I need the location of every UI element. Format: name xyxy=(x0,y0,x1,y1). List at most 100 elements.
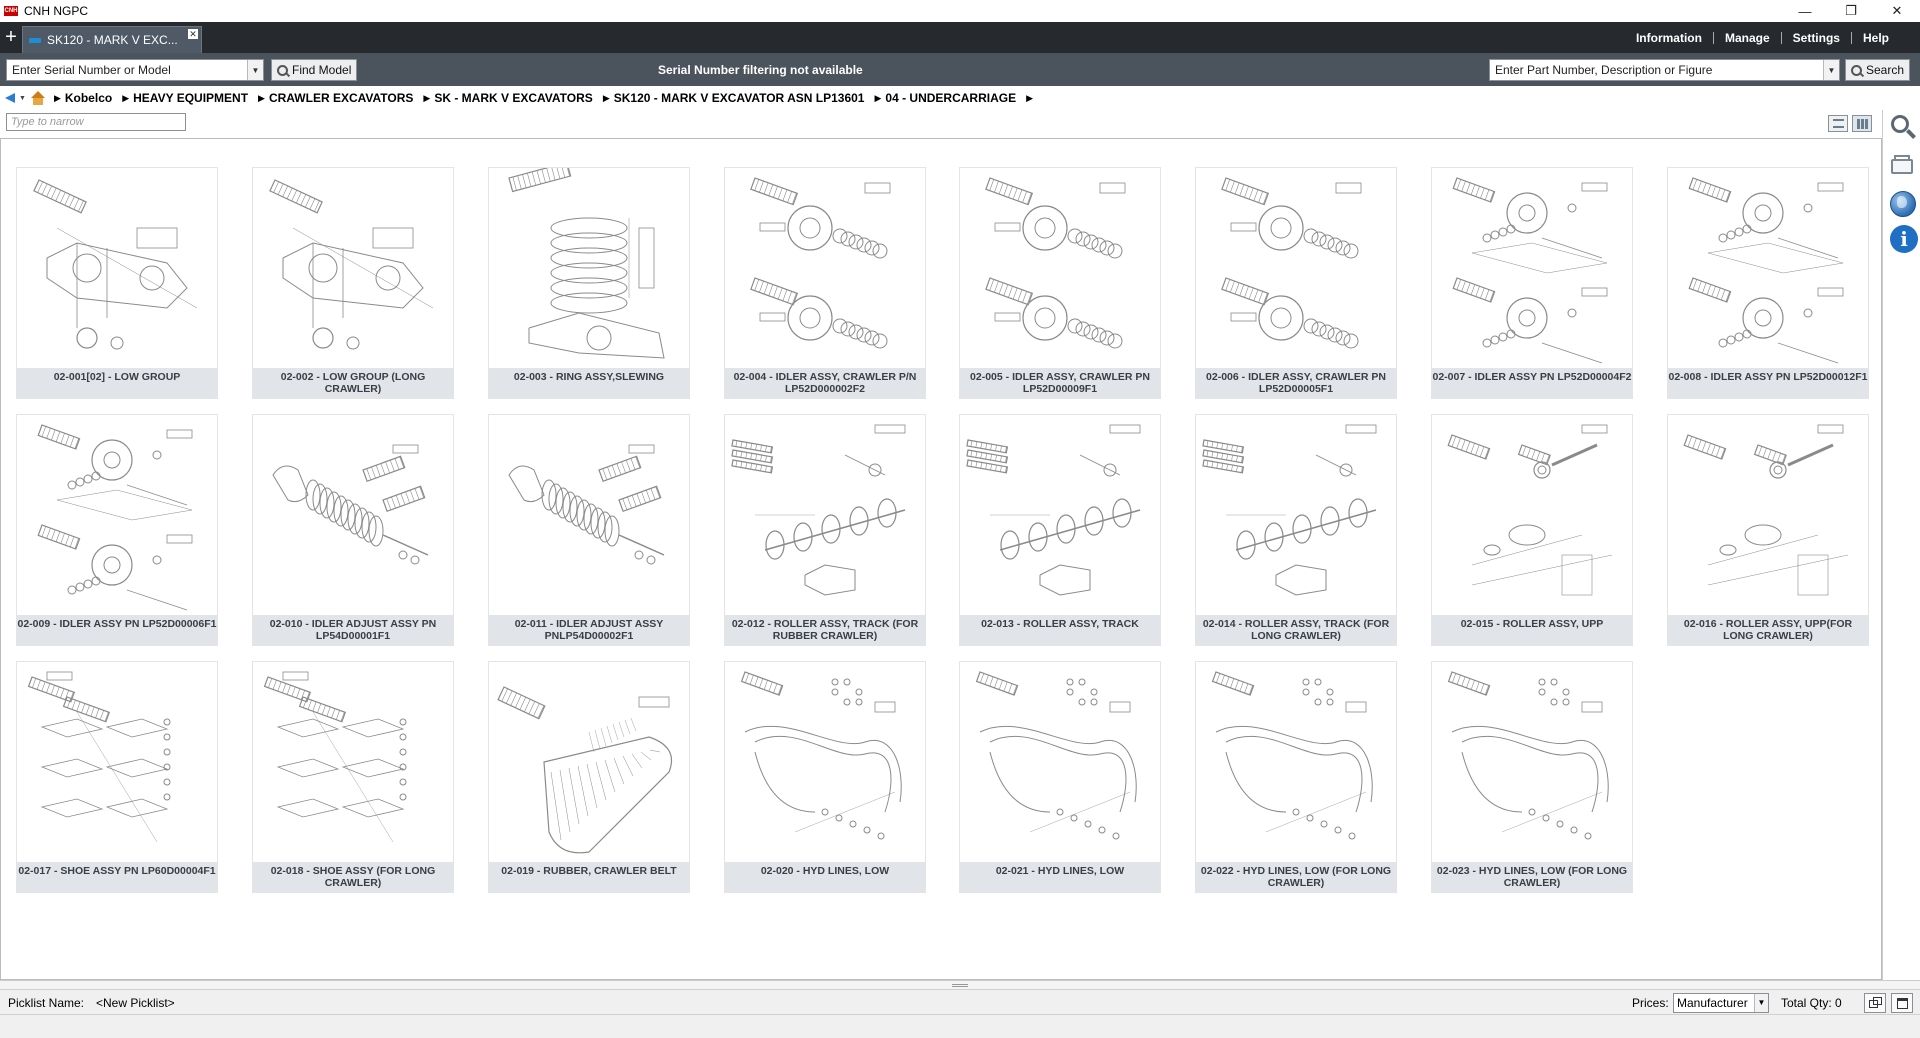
sidebar-info-button[interactable]: i xyxy=(1889,224,1918,253)
menu-information[interactable]: Information xyxy=(1625,31,1713,45)
figure-card[interactable]: 02-002 - LOW GROUP (LONG CRAWLER) xyxy=(252,167,454,399)
breadcrumb-item[interactable]: ▶ CRAWLER EXCAVATORS xyxy=(258,91,413,105)
figure-card[interactable]: 02-007 - IDLER ASSY PN LP52D00004F2 xyxy=(1431,167,1633,399)
breadcrumb-item[interactable]: ▶ 04 - UNDERCARRIAGE xyxy=(874,91,1016,105)
home-icon[interactable] xyxy=(30,91,46,105)
picklist-maximize-button[interactable] xyxy=(1891,993,1913,1013)
breadcrumb-arrow-icon: ▶ xyxy=(53,92,61,103)
figure-card[interactable]: 02-004 - IDLER ASSY, CRAWLER P/N LP52D00… xyxy=(724,167,926,399)
figure-caption: 02-005 - IDLER ASSY, CRAWLER PN LP52D000… xyxy=(960,368,1160,398)
figure-card[interactable]: 02-012 - ROLLER ASSY, TRACK (FOR RUBBER … xyxy=(724,414,926,646)
figure-thumbnail-image[interactable] xyxy=(1432,662,1632,862)
figure-thumbnail-image[interactable] xyxy=(1196,662,1396,862)
narrow-filter-input[interactable]: Type to narrow xyxy=(6,113,186,131)
figure-card[interactable]: 02-003 - RING ASSY,SLEWING xyxy=(488,167,690,399)
sidebar-picklist-button[interactable] xyxy=(1889,153,1917,181)
figure-thumbnail-image[interactable] xyxy=(960,415,1160,615)
serial-model-input[interactable]: Enter Serial Number or Model ▼ xyxy=(6,59,264,81)
figure-card[interactable]: 02-023 - HYD LINES, LOW (FOR LONG CRAWLE… xyxy=(1431,661,1633,893)
breadcrumb: ▼ ▶ Kobelco ▶ HEAVY EQUIPMENT ▶ CRAWLER EXC… xyxy=(0,86,1920,110)
figure-card[interactable]: 02-017 - SHOE ASSY PN LP60D00004F1 xyxy=(16,661,218,893)
window-controls: — ❐ ✕ xyxy=(1782,0,1920,22)
new-tab-plus-icon[interactable]: + xyxy=(0,22,22,53)
figure-thumbnail-image[interactable] xyxy=(253,415,453,615)
picklist-restore-button[interactable] xyxy=(1864,993,1886,1013)
breadcrumb-next-arrow-icon[interactable]: ▶ xyxy=(1026,93,1033,104)
restore-button[interactable]: ❐ xyxy=(1828,0,1874,22)
figure-thumbnail-image[interactable] xyxy=(1668,168,1868,368)
figure-card[interactable]: 02-020 - HYD LINES, LOW xyxy=(724,661,926,893)
tab-sk120[interactable]: SK120 - MARK V EXC... ✕ xyxy=(22,26,202,53)
grid-view-toggle[interactable] xyxy=(1852,115,1872,132)
splitter-grip-icon[interactable] xyxy=(952,984,968,987)
figure-thumbnail-image[interactable] xyxy=(1432,415,1632,615)
figure-thumbnail-image[interactable] xyxy=(1668,415,1868,615)
figure-card[interactable]: 02-005 - IDLER ASSY, CRAWLER PN LP52D000… xyxy=(959,167,1161,399)
breadcrumb-label: HEAVY EQUIPMENT xyxy=(133,91,249,105)
figure-thumbnail-image[interactable] xyxy=(17,415,217,615)
minimize-button[interactable]: — xyxy=(1782,0,1828,22)
list-view-toggle[interactable] xyxy=(1828,115,1848,132)
search-button[interactable]: Search xyxy=(1845,59,1911,81)
figure-thumbnail-image[interactable] xyxy=(1432,168,1632,368)
back-arrow-icon[interactable] xyxy=(5,92,17,104)
sidebar-globe-button[interactable] xyxy=(1889,190,1917,218)
list-view-icon xyxy=(1833,119,1844,128)
globe-icon-land xyxy=(1897,196,1907,208)
figure-thumbnail-image[interactable] xyxy=(1196,168,1396,368)
breadcrumb-item[interactable]: ▶ SK120 - MARK V EXCAVATOR ASN LP13601 xyxy=(603,91,865,105)
figure-card[interactable]: 02-016 - ROLLER ASSY, UPP(FOR LONG CRAWL… xyxy=(1667,414,1869,646)
chevron-down-icon[interactable]: ▼ xyxy=(247,60,263,80)
menu-settings[interactable]: Settings xyxy=(1782,31,1851,45)
figure-card[interactable]: 02-009 - IDLER ASSY PN LP52D00006F1 xyxy=(16,414,218,646)
figure-thumbnail-image[interactable] xyxy=(725,415,925,615)
breadcrumb-label: Kobelco xyxy=(64,91,113,105)
history-chevron-down-icon[interactable]: ▼ xyxy=(19,95,26,102)
breadcrumb-item[interactable]: ▶ Kobelco xyxy=(54,91,112,105)
figure-card[interactable]: 02-008 - IDLER ASSY PN LP52D00012F1 xyxy=(1667,167,1869,399)
figure-card[interactable]: 02-006 - IDLER ASSY, CRAWLER PN LP52D000… xyxy=(1195,167,1397,399)
figure-thumbnail-image[interactable] xyxy=(489,415,689,615)
close-window-button[interactable]: ✕ xyxy=(1874,0,1920,22)
figure-card[interactable]: 02-021 - HYD LINES, LOW xyxy=(959,661,1161,893)
prices-select[interactable]: Manufacturer ▼ xyxy=(1673,993,1769,1013)
figure-thumbnail-image[interactable] xyxy=(1196,415,1396,615)
chevron-down-icon[interactable]: ▼ xyxy=(1754,994,1768,1012)
breadcrumb-item[interactable]: ▶ HEAVY EQUIPMENT xyxy=(122,91,248,105)
figure-thumbnail-image[interactable] xyxy=(960,662,1160,862)
chevron-down-icon[interactable]: ▼ xyxy=(1823,60,1839,80)
window-title-bar: CNH CNH NGPC — ❐ ✕ xyxy=(0,0,1920,22)
picklist-name-value[interactable]: <New Picklist> xyxy=(96,996,175,1010)
figure-card[interactable]: 02-011 - IDLER ADJUST ASSY PNLP54D00002F… xyxy=(488,414,690,646)
breadcrumb-item[interactable]: ▶ SK - MARK V EXCAVATORS xyxy=(423,91,592,105)
figure-caption: 02-023 - HYD LINES, LOW (FOR LONG CRAWLE… xyxy=(1432,862,1632,892)
figure-caption: 02-015 - ROLLER ASSY, UPP xyxy=(1432,615,1632,645)
panel-splitter[interactable] xyxy=(0,980,1920,989)
figure-thumbnail-image[interactable] xyxy=(17,662,217,862)
figure-thumbnail-image[interactable] xyxy=(725,168,925,368)
figure-card[interactable]: 02-022 - HYD LINES, LOW (FOR LONG CRAWLE… xyxy=(1195,661,1397,893)
part-search-input[interactable]: Enter Part Number, Description or Figure… xyxy=(1489,59,1840,81)
figure-card[interactable]: 02-014 - ROLLER ASSY, TRACK (FOR LONG CR… xyxy=(1195,414,1397,646)
figure-card[interactable]: 02-015 - ROLLER ASSY, UPP xyxy=(1431,414,1633,646)
figure-card[interactable]: 02-018 - SHOE ASSY (FOR LONG CRAWLER) xyxy=(252,661,454,893)
tab-close-icon[interactable]: ✕ xyxy=(188,29,198,39)
figure-card[interactable]: 02-010 - IDLER ADJUST ASSY PN LP54D00001… xyxy=(252,414,454,646)
picklist-name-label: Picklist Name: xyxy=(8,996,85,1010)
figure-card[interactable]: 02-019 - RUBBER, CRAWLER BELT xyxy=(488,661,690,893)
restore-window-icon-back xyxy=(1869,1000,1878,1008)
find-model-button[interactable]: Find Model xyxy=(271,59,358,81)
breadcrumb-arrow-icon: ▶ xyxy=(602,92,610,103)
figure-thumbnail-image[interactable] xyxy=(960,168,1160,368)
sidebar-search-button[interactable] xyxy=(1889,113,1917,141)
figure-thumbnail-image[interactable] xyxy=(489,168,689,368)
figure-thumbnail-image[interactable] xyxy=(253,168,453,368)
figure-thumbnail-image[interactable] xyxy=(253,662,453,862)
figure-card[interactable]: 02-013 - ROLLER ASSY, TRACK xyxy=(959,414,1161,646)
figure-thumbnail-image[interactable] xyxy=(725,662,925,862)
figure-card[interactable]: 02-001[02] - LOW GROUP xyxy=(16,167,218,399)
figure-thumbnail-image[interactable] xyxy=(489,662,689,862)
menu-manage[interactable]: Manage xyxy=(1714,31,1781,45)
figure-thumbnail-image[interactable] xyxy=(17,168,217,368)
menu-help[interactable]: Help xyxy=(1852,31,1900,45)
